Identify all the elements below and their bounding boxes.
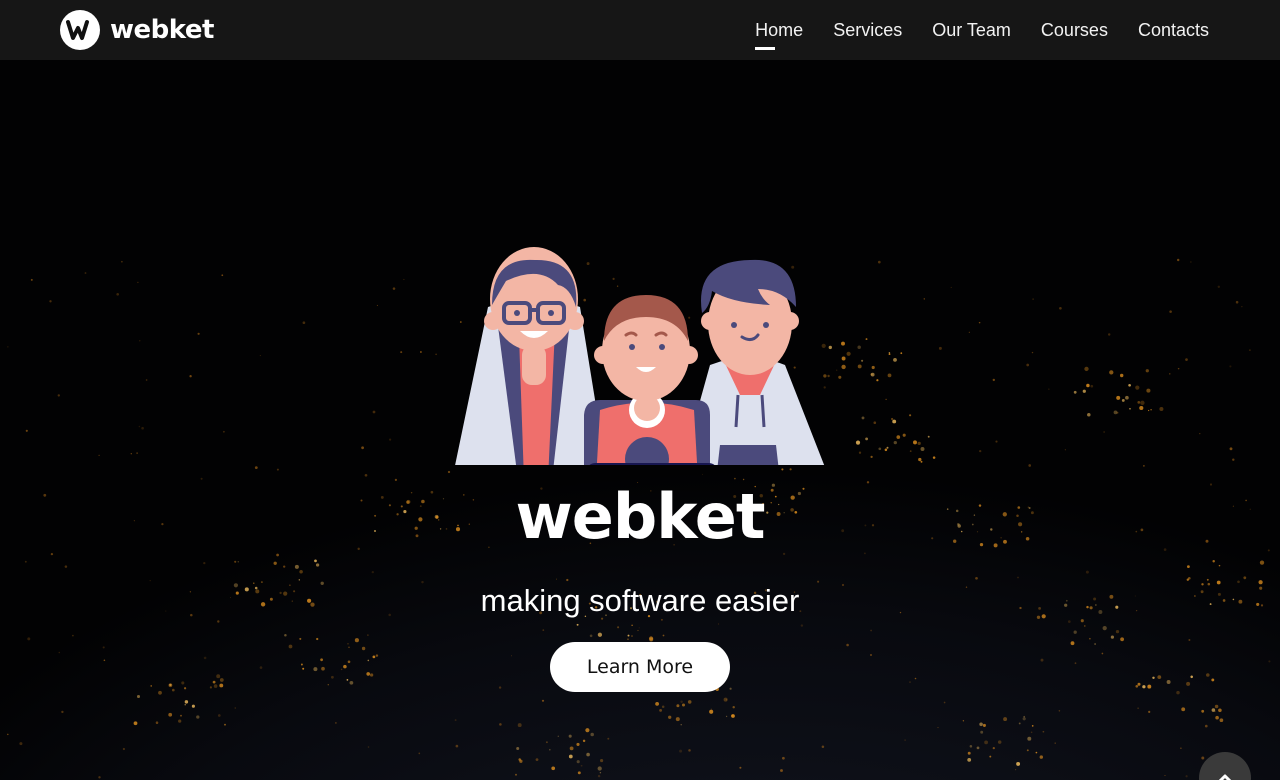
main-nav: Home Services Our Team Courses Contacts [755, 0, 1209, 60]
hero-title: webket [515, 480, 766, 553]
chevron-up-icon [1218, 774, 1232, 780]
webket-logo-icon [60, 10, 100, 50]
learn-more-button[interactable]: Learn More [550, 642, 730, 692]
hero-subtitle: making software easier [480, 583, 800, 618]
brand[interactable]: webket [60, 10, 214, 50]
nav-item-courses[interactable]: Courses [1041, 20, 1108, 41]
brand-name: webket [110, 15, 214, 45]
team-illustration [455, 247, 825, 465]
nav-item-contacts[interactable]: Contacts [1138, 20, 1209, 41]
nav-item-home[interactable]: Home [755, 20, 803, 50]
nav-item-our-team[interactable]: Our Team [932, 20, 1011, 41]
nav-item-services[interactable]: Services [833, 20, 902, 41]
top-navigation-bar: webket Home Services Our Team Courses Co… [0, 0, 1280, 60]
hero-section: webket making software easier Learn More [0, 60, 1280, 780]
